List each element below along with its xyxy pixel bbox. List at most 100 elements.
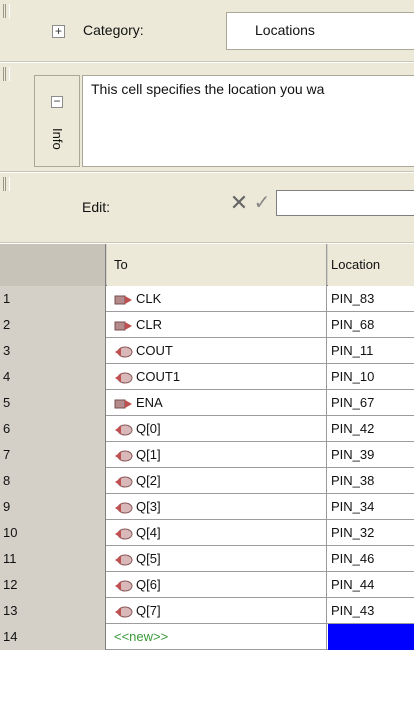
to-cell-text: COUT	[136, 343, 173, 358]
table-row[interactable]: 13 Q[7] PIN_43	[0, 598, 414, 624]
row-number[interactable]: 10	[0, 520, 106, 546]
row-number[interactable]: 4	[0, 364, 106, 390]
accept-edit-button[interactable]: ✓	[252, 190, 272, 216]
to-cell-text: CLK	[136, 291, 162, 306]
to-cell[interactable]: Q[5]	[107, 546, 327, 572]
location-cell[interactable]: PIN_42	[328, 416, 414, 442]
row-number[interactable]: 11	[0, 546, 106, 572]
table-row[interactable]: 11 Q[5] PIN_46	[0, 546, 414, 572]
location-cell[interactable]: PIN_67	[328, 390, 414, 416]
to-cell-text: Q[0]	[136, 421, 161, 436]
category-label: Category:	[83, 22, 144, 38]
location-column-header[interactable]: Location	[328, 244, 414, 286]
edit-input[interactable]	[276, 190, 414, 216]
to-cell[interactable]: COUT1	[107, 364, 327, 390]
row-number[interactable]: 3	[0, 338, 106, 364]
output-pin-icon	[115, 372, 133, 384]
to-cell-text: CLR	[136, 317, 163, 332]
location-cell[interactable]: PIN_11	[328, 338, 414, 364]
to-cell[interactable]: COUT	[107, 338, 327, 364]
location-cell[interactable]: PIN_39	[328, 442, 414, 468]
expand-icon[interactable]: +	[52, 25, 65, 38]
info-description: This cell specifies the location you wa	[82, 75, 414, 167]
to-cell-text: Q[2]	[136, 473, 161, 488]
location-cell[interactable]: PIN_43	[328, 598, 414, 624]
output-pin-icon	[115, 450, 133, 462]
table-row[interactable]: 2 CLR PIN_68	[0, 312, 414, 338]
output-pin-icon	[115, 554, 133, 566]
to-cell[interactable]: Q[0]	[107, 416, 327, 442]
to-cell[interactable]: Q[1]	[107, 442, 327, 468]
to-cell-text: Q[7]	[136, 603, 161, 618]
panel-grip-icon[interactable]	[3, 67, 10, 81]
location-cell[interactable]: PIN_44	[328, 572, 414, 598]
location-cell[interactable]: PIN_46	[328, 546, 414, 572]
table-row[interactable]: 5 ENA PIN_67	[0, 390, 414, 416]
output-pin-icon	[115, 528, 133, 540]
to-cell[interactable]: Q[7]	[107, 598, 327, 624]
table-row[interactable]: 4 COUT1 PIN_10	[0, 364, 414, 390]
to-cell-text: <<new>>	[114, 629, 169, 644]
panel-grip-icon[interactable]	[3, 4, 10, 18]
row-number[interactable]: 5	[0, 390, 106, 416]
row-number[interactable]: 13	[0, 598, 106, 624]
row-number[interactable]: 8	[0, 468, 106, 494]
location-cell[interactable]	[328, 624, 414, 650]
to-cell[interactable]: Q[3]	[107, 494, 327, 520]
table-row[interactable]: 3 COUT PIN_11	[0, 338, 414, 364]
to-cell[interactable]: <<new>>	[107, 624, 327, 650]
edit-panel: Edit: ✕ ✓	[0, 173, 414, 243]
category-panel: + Category: Locations	[0, 0, 414, 62]
row-number[interactable]: 6	[0, 416, 106, 442]
to-cell-text: Q[6]	[136, 577, 161, 592]
to-cell-text: COUT1	[136, 369, 181, 384]
to-cell-text: Q[5]	[136, 551, 161, 566]
info-panel: − Info This cell specifies the location …	[0, 63, 414, 172]
output-pin-icon	[115, 580, 133, 592]
input-pin-icon	[114, 321, 132, 331]
panel-grip-icon[interactable]	[3, 177, 10, 191]
edit-label: Edit:	[82, 199, 111, 215]
to-column-header[interactable]: To	[107, 244, 327, 286]
assignment-grid: To Location 1 CLK PIN_83 2 CLR PIN_68 3 COUT PIN…	[0, 244, 414, 723]
row-number-header[interactable]	[0, 244, 106, 286]
to-cell[interactable]: CLR	[107, 312, 327, 338]
to-cell[interactable]: CLK	[107, 286, 327, 312]
row-number[interactable]: 2	[0, 312, 106, 338]
to-cell[interactable]: Q[4]	[107, 520, 327, 546]
collapse-icon[interactable]: −	[51, 95, 63, 108]
table-row[interactable]: 9 Q[3] PIN_34	[0, 494, 414, 520]
output-pin-icon	[115, 606, 133, 618]
table-row[interactable]: 1 CLK PIN_83	[0, 286, 414, 312]
location-cell[interactable]: PIN_68	[328, 312, 414, 338]
info-tab-label: Info	[50, 128, 65, 150]
to-cell-text: Q[4]	[136, 525, 161, 540]
category-select[interactable]: Locations	[226, 12, 414, 50]
cancel-edit-button[interactable]: ✕	[228, 190, 250, 216]
row-number[interactable]: 14	[0, 624, 106, 650]
row-number[interactable]: 12	[0, 572, 106, 598]
to-cell-text: Q[3]	[136, 499, 161, 514]
to-cell-text: ENA	[136, 395, 163, 410]
location-cell[interactable]: PIN_83	[328, 286, 414, 312]
table-row[interactable]: 6 Q[0] PIN_42	[0, 416, 414, 442]
output-pin-icon	[115, 424, 133, 436]
row-number[interactable]: 9	[0, 494, 106, 520]
table-row[interactable]: 12 Q[6] PIN_44	[0, 572, 414, 598]
input-pin-icon	[114, 399, 132, 409]
table-row[interactable]: 10 Q[4] PIN_32	[0, 520, 414, 546]
location-cell[interactable]: PIN_32	[328, 520, 414, 546]
table-row[interactable]: 7 Q[1] PIN_39	[0, 442, 414, 468]
to-cell[interactable]: Q[2]	[107, 468, 327, 494]
location-cell[interactable]: PIN_38	[328, 468, 414, 494]
to-cell[interactable]: Q[6]	[107, 572, 327, 598]
row-number[interactable]: 7	[0, 442, 106, 468]
info-tab[interactable]: − Info	[34, 75, 80, 167]
location-cell[interactable]: PIN_34	[328, 494, 414, 520]
location-cell[interactable]: PIN_10	[328, 364, 414, 390]
row-number[interactable]: 1	[0, 286, 106, 312]
output-pin-icon	[115, 476, 133, 488]
new-row[interactable]: 14 <<new>>	[0, 624, 414, 650]
table-row[interactable]: 8 Q[2] PIN_38	[0, 468, 414, 494]
to-cell[interactable]: ENA	[107, 390, 327, 416]
